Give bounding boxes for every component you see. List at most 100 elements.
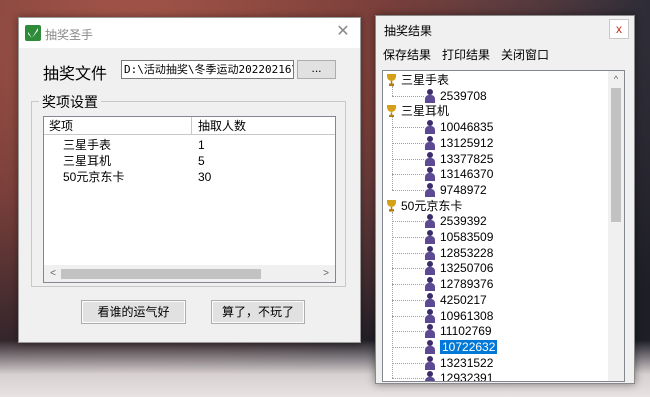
person-icon xyxy=(424,339,436,354)
tree-prize-label: 三星耳机 xyxy=(401,104,450,119)
menu-close-window[interactable]: 关闭窗口 xyxy=(501,46,549,63)
menu-save-results[interactable]: 保存结果 xyxy=(383,46,431,63)
tree-winner-label: 10583509 xyxy=(440,230,494,244)
tree-winner-label: 10961308 xyxy=(440,308,494,323)
person-icon xyxy=(424,120,436,135)
prize-name: 三星手表 xyxy=(63,138,112,152)
prize-row[interactable]: 三星耳机 5 xyxy=(44,153,335,169)
tree-winner-node[interactable]: 13125912 xyxy=(424,135,493,151)
vertical-scrollbar[interactable]: ^ xyxy=(608,71,624,381)
tree-connector xyxy=(392,346,424,348)
menu-print-results[interactable]: 打印结果 xyxy=(442,46,490,63)
results-titlebar[interactable]: 抽奖结果 x xyxy=(376,16,634,42)
results-close-button[interactable]: x xyxy=(609,19,629,39)
prize-settings-title: 奖项设置 xyxy=(39,92,101,112)
tree-winner-label: 10046835 xyxy=(440,120,494,135)
person-icon xyxy=(424,261,436,276)
person-icon xyxy=(424,245,436,260)
tree-winner-node[interactable]: 12932391 xyxy=(424,370,494,382)
tree-winner-node[interactable]: 13146370 xyxy=(424,166,493,182)
tree-winner-node[interactable]: 11102769 xyxy=(424,323,492,339)
tree-winner-node[interactable]: 10046835 xyxy=(424,119,493,135)
trophy-icon xyxy=(386,74,397,86)
person-icon xyxy=(424,355,436,370)
tree-winner-node[interactable]: 2539708 xyxy=(424,88,487,104)
tree-winner-node[interactable]: 13231522 xyxy=(424,355,493,371)
prize-count: 30 xyxy=(198,170,212,184)
tree-connector xyxy=(392,86,393,96)
main-close-button[interactable]: ✕ xyxy=(334,23,352,41)
scroll-thumb[interactable] xyxy=(61,269,261,279)
tree-winner-label: 13377825 xyxy=(440,151,494,166)
prize-row[interactable]: 三星手表 1 xyxy=(44,137,335,153)
tree-winner-node[interactable]: 2539392 xyxy=(424,213,487,229)
tree-winner-node[interactable]: 10583509 xyxy=(424,229,493,245)
tree-winner-label: 4250217 xyxy=(440,292,487,307)
tree-connector xyxy=(392,221,424,223)
person-icon xyxy=(424,214,436,229)
trophy-icon xyxy=(386,199,397,212)
tree-winner-label: 2539708 xyxy=(440,88,487,103)
tree-winner-node[interactable]: 10961308 xyxy=(424,308,493,324)
results-window-title: 抽奖结果 xyxy=(384,24,433,38)
file-path-field[interactable]: D:\活动抽奖\冬季运动20220216\ xyxy=(121,60,294,79)
tree-connector xyxy=(392,127,424,129)
person-icon xyxy=(424,277,436,292)
tree-prize-node[interactable]: 三星手表 xyxy=(386,72,449,88)
browse-button[interactable]: ... xyxy=(297,60,336,79)
tree-connector xyxy=(392,315,424,317)
trophy-icon xyxy=(386,105,397,117)
tree-winner-node[interactable]: 13250706 xyxy=(424,260,493,276)
person-icon xyxy=(424,135,436,150)
prize-name: 三星耳机 xyxy=(63,154,112,168)
results-tree[interactable]: 三星手表 2539708 三星耳机 10046835 13125912 13377825 1… xyxy=(382,70,625,382)
tree-connector xyxy=(392,189,424,191)
tree-connector xyxy=(392,252,424,254)
tree-winner-node[interactable]: 9748972 xyxy=(424,182,487,198)
person-icon xyxy=(424,182,436,197)
tree-connector xyxy=(392,237,424,238)
main-titlebar[interactable]: 抽奖圣手 ✕ xyxy=(19,18,360,48)
prize-list-header: 奖项 抽取人数 xyxy=(44,117,335,135)
tree-connector xyxy=(392,211,393,379)
tree-winner-node[interactable]: 13377825 xyxy=(424,151,493,167)
tree-connector xyxy=(392,142,424,144)
scroll-left-icon[interactable]: < xyxy=(46,267,60,281)
scroll-right-icon[interactable]: > xyxy=(319,267,333,281)
tree-winner-node[interactable]: 12789376 xyxy=(424,276,493,292)
tree-winner-label: 13146370 xyxy=(440,167,494,182)
prize-count: 5 xyxy=(198,154,205,168)
tree-winner-node[interactable]: 10722632 xyxy=(424,339,498,355)
tree-winner-label: 12932391 xyxy=(440,371,494,382)
column-header-prize[interactable]: 奖项 xyxy=(44,117,192,135)
tree-connector xyxy=(392,362,424,364)
person-icon xyxy=(424,308,436,323)
scroll-thumb[interactable] xyxy=(611,88,621,222)
main-window-title: 抽奖圣手 xyxy=(45,28,94,42)
quit-button[interactable]: 算了，不玩了 xyxy=(211,300,305,324)
draw-lottery-button[interactable]: 看谁的运气好 xyxy=(81,300,186,324)
horizontal-scrollbar[interactable]: < > xyxy=(44,265,335,282)
prize-list[interactable]: 奖项 抽取人数 三星手表 1 三星耳机 5 50元京东卡 30 < > xyxy=(43,116,336,283)
tree-winner-node[interactable]: 4250217 xyxy=(424,292,487,308)
person-icon xyxy=(424,371,436,381)
tree-connector xyxy=(392,378,424,380)
results-window: 抽奖结果 x 保存结果 打印结果 关闭窗口 三星手表 2539708 三星耳机 100… xyxy=(375,15,635,384)
results-menubar: 保存结果 打印结果 关闭窗口 xyxy=(376,43,634,63)
lottery-main-window: 抽奖圣手 ✕ 抽奖文件 D:\活动抽奖\冬季运动20220216\ ... 奖项… xyxy=(18,17,361,343)
column-header-count[interactable]: 抽取人数 xyxy=(192,117,335,135)
tree-winner-node[interactable]: 12853228 xyxy=(424,245,493,261)
tree-prize-node[interactable]: 三星耳机 xyxy=(386,103,449,119)
tree-prize-node[interactable]: 50元京东卡 xyxy=(386,198,462,214)
tree-winner-label: 13231522 xyxy=(440,355,494,370)
tree-winner-label: 12789376 xyxy=(440,277,494,292)
person-icon xyxy=(424,230,436,244)
tree-connector xyxy=(392,117,393,190)
prize-row[interactable]: 50元京东卡 30 xyxy=(44,169,335,185)
tree-winner-label: 9748972 xyxy=(440,182,487,197)
scroll-up-icon[interactable]: ^ xyxy=(609,72,623,86)
tree-connector xyxy=(392,284,424,286)
tree-connector xyxy=(392,95,424,97)
tree-prize-label: 50元京东卡 xyxy=(401,198,463,213)
app-icon xyxy=(25,25,41,41)
